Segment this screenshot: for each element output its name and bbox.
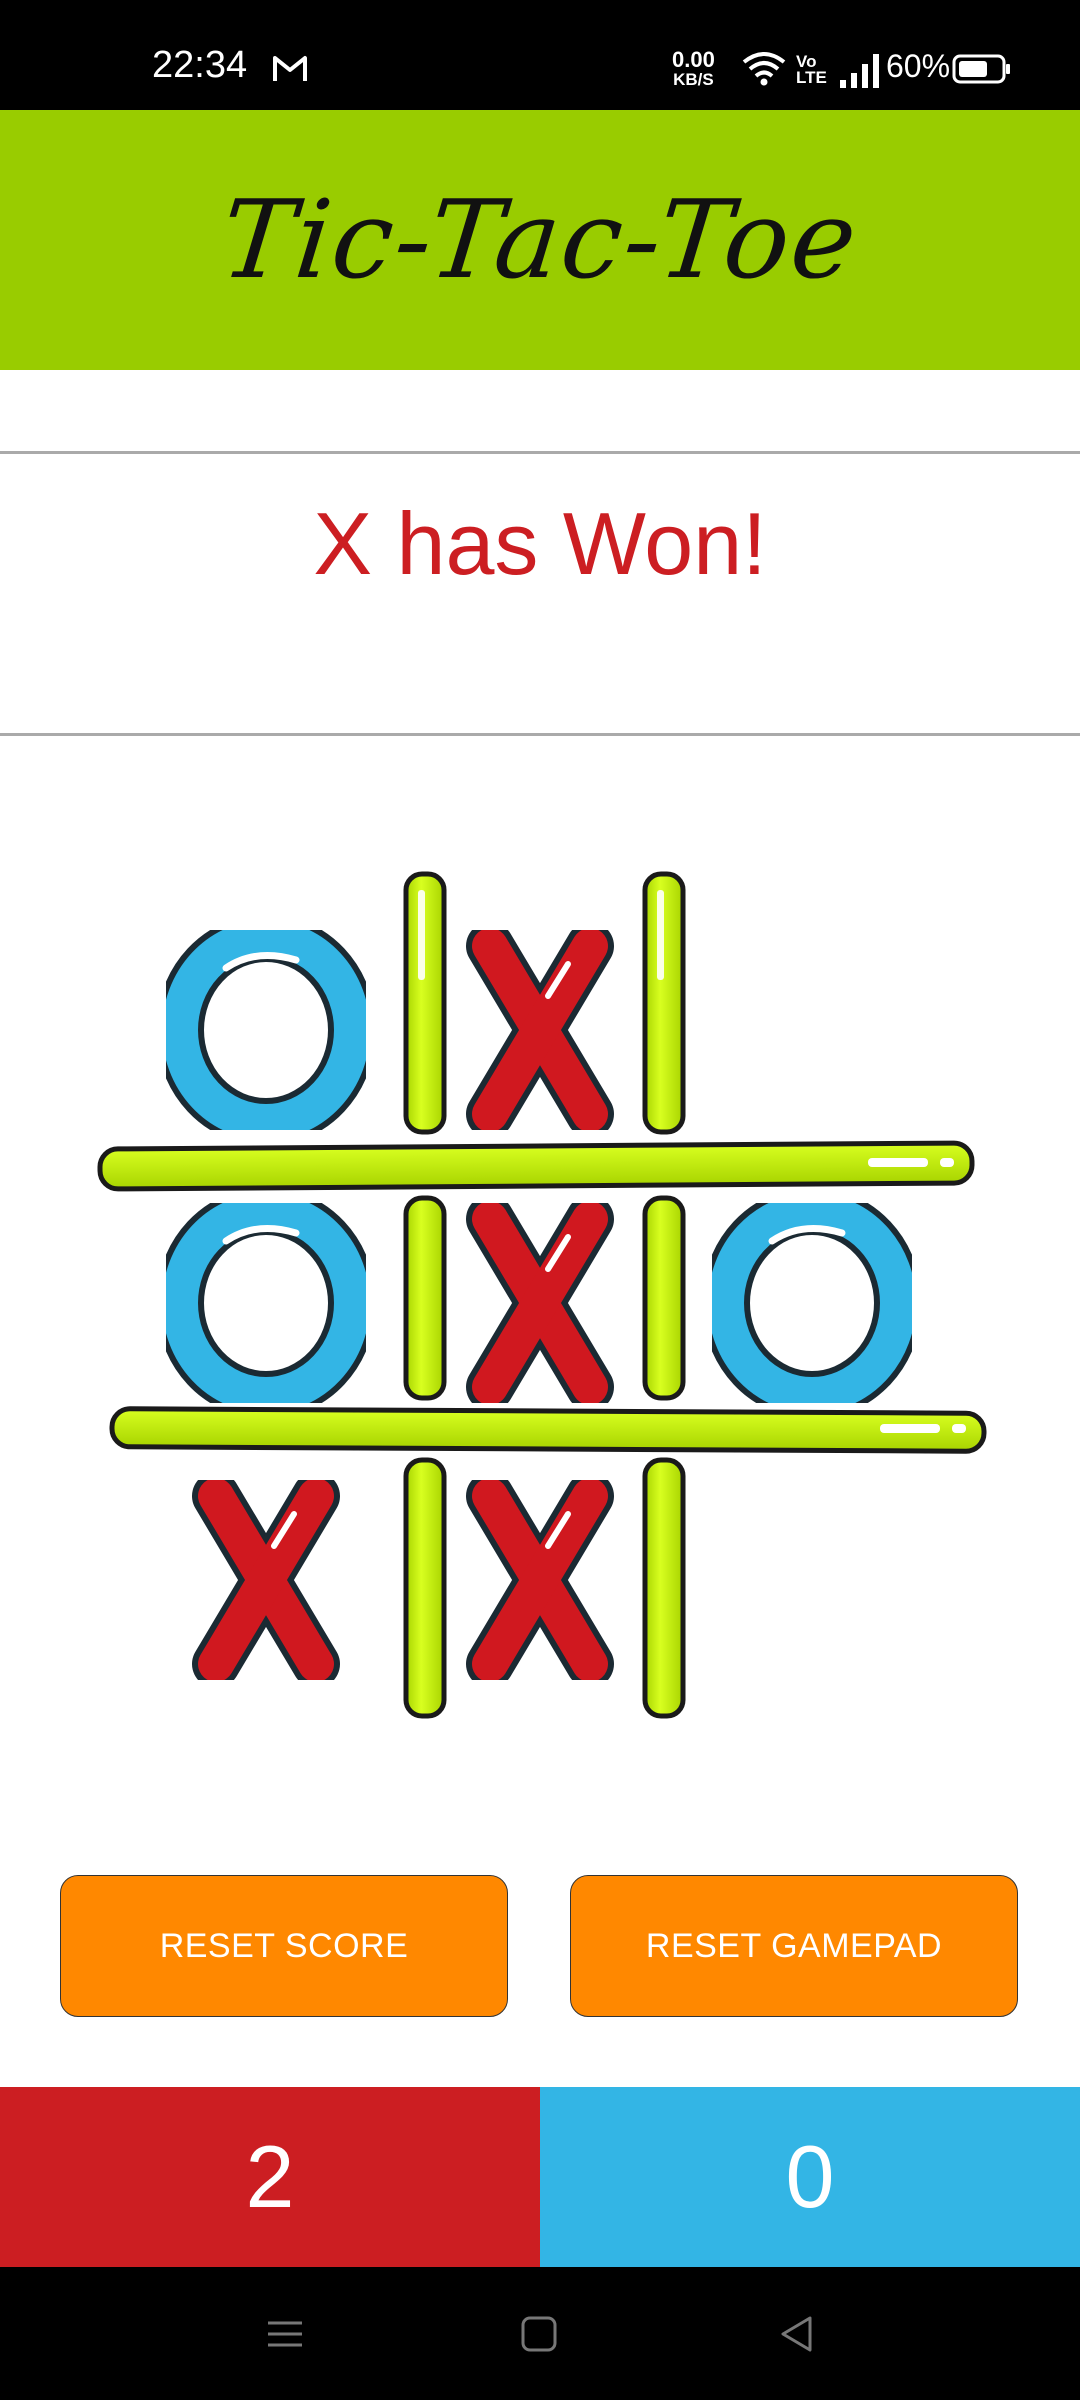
- wifi-icon: [742, 50, 786, 88]
- x-mark-icon: [466, 930, 614, 1130]
- o-mark-icon: [712, 1203, 912, 1403]
- o-mark-icon: [166, 930, 366, 1130]
- divider-top: [0, 451, 1080, 454]
- status-time: 22:34: [152, 44, 248, 86]
- grid-vertical-left: [403, 871, 447, 1719]
- grid-vertical-right: [642, 871, 686, 1719]
- board-cell-1-3[interactable]: [712, 930, 912, 1130]
- navigation-bar: [0, 2267, 1080, 2400]
- game-status-message: X has Won!: [313, 494, 767, 593]
- grid-horizontal-top: [97, 1140, 975, 1192]
- menu-icon[interactable]: [262, 2311, 308, 2357]
- x-mark-icon: [466, 1480, 614, 1680]
- gmail-icon: [272, 54, 308, 84]
- score-o-panel: 0: [540, 2087, 1080, 2267]
- app-header: Tic-Tac-Toe: [0, 110, 1080, 370]
- net-speed-unit: KB/S: [673, 70, 714, 89]
- status-bar: 22:34 0.00 KB/S Vo LTE 60%: [0, 0, 1080, 110]
- divider-bottom: [0, 733, 1080, 736]
- app-title: Tic-Tac-Toe: [215, 177, 865, 303]
- score-x-panel: 2: [0, 2087, 540, 2267]
- volte-indicator: Vo LTE: [796, 52, 827, 87]
- board-cell-2-2[interactable]: [440, 1203, 640, 1403]
- reset-score-button[interactable]: RESET SCORE: [60, 1875, 508, 2017]
- board-cell-3-2[interactable]: [440, 1480, 640, 1680]
- signal-icon: [838, 52, 882, 88]
- board-cell-2-3[interactable]: [712, 1203, 912, 1403]
- grid-horizontal-bottom: [109, 1406, 987, 1454]
- o-mark-icon: [166, 1203, 366, 1403]
- score-o-value: 0: [785, 2127, 835, 2226]
- board-cell-3-1[interactable]: [166, 1480, 366, 1680]
- home-icon[interactable]: [516, 2311, 562, 2357]
- board-cell-3-3[interactable]: [712, 1480, 912, 1680]
- score-x-value: 2: [245, 2127, 295, 2226]
- x-mark-icon: [192, 1480, 340, 1680]
- reset-gamepad-button[interactable]: RESET GAMEPAD: [570, 1875, 1018, 2017]
- board-cell-2-1[interactable]: [166, 1203, 366, 1403]
- x-mark-icon: [466, 1203, 614, 1403]
- back-icon[interactable]: [774, 2311, 820, 2357]
- board-cell-1-2[interactable]: [440, 930, 640, 1130]
- net-speed: 0.00 KB/S: [672, 47, 715, 90]
- battery-icon: [952, 54, 1012, 84]
- battery-percent: 60%: [886, 48, 951, 84]
- net-speed-value: 0.00: [672, 47, 715, 72]
- board-cell-1-1[interactable]: [166, 930, 366, 1130]
